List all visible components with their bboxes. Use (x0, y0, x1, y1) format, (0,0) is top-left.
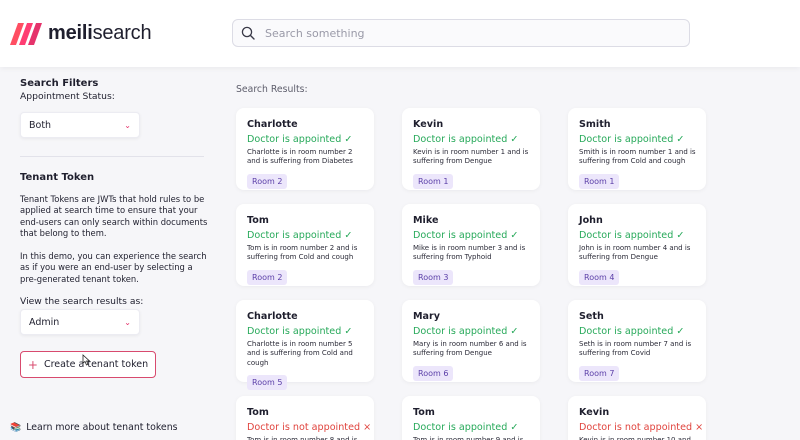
patient-name: Mike (413, 215, 439, 226)
plus-icon: + (27, 357, 38, 372)
learn-more-link[interactable]: 📚 Learn more about tenant tokens (10, 422, 178, 433)
patient-name: Charlotte (247, 119, 298, 130)
brand-name-bold: meili (48, 22, 93, 44)
result-card[interactable]: Tom Doctor is not appointed × Tom is in ro… (236, 396, 374, 440)
mouse-cursor-icon (82, 354, 91, 366)
patient-info: Seth is in room number 7 and is sufferin… (579, 340, 692, 358)
tenant-token-title: Tenant Token (20, 172, 95, 183)
patient-name: Tom (247, 215, 269, 226)
search-box[interactable] (232, 19, 690, 47)
meilisearch-logo[interactable]: meilisearch (10, 22, 152, 45)
result-card[interactable]: Charlotte Doctor is appointed ✓ Charlotte … (236, 300, 374, 390)
appointment-status-label: Appointment Status: (20, 91, 115, 102)
patient-info: Charlotte is in room number 5 and is suf… (247, 340, 353, 367)
patient-name: Seth (579, 311, 604, 322)
result-card[interactable]: Mary Doctor is appointed ✓ Mary is in room… (402, 300, 540, 382)
result-card[interactable]: Tom Doctor is appointed ✓ Tom is in room n… (236, 204, 374, 286)
patient-name: Tom (247, 407, 269, 418)
appointment-status: Doctor is appointed ✓ (413, 326, 519, 337)
brand-name: meilisearch (48, 22, 152, 45)
result-card[interactable]: Kevin Doctor is appointed ✓ Kevin is in ro… (402, 108, 540, 190)
room-badge: Room 5 (247, 374, 288, 390)
meilisearch-logo-icon (10, 22, 42, 45)
patient-info: Tom is in room number 9 and is (413, 436, 524, 440)
appointment-status: Doctor is appointed ✓ (413, 230, 519, 241)
search-filters-title: Search Filters (20, 78, 99, 89)
tenant-user-select[interactable]: Admin ⌄ (20, 309, 140, 335)
search-icon (241, 26, 255, 40)
appointment-status: Doctor is appointed ✓ (247, 230, 353, 241)
patient-info: Charlotte is in room number 2 and is suf… (247, 148, 353, 166)
appointment-status: Doctor is appointed ✓ (247, 134, 353, 145)
demo-description: In this demo, you can experience the sea… (20, 251, 207, 284)
tenant-token-description: Tenant Tokens are JWTs that hold rules t… (20, 194, 208, 238)
patient-info: Smith is in room number 1 and is sufferi… (579, 148, 696, 166)
appointment-status-value: Both (29, 119, 52, 131)
appointment-status-select[interactable]: Both ⌄ (20, 112, 140, 138)
patient-info: Kevin is in room number 1 and is sufferi… (413, 148, 529, 166)
appointment-status: Doctor is not appointed × (579, 422, 704, 433)
room-badge: Room 1 (579, 173, 620, 189)
patient-name: Kevin (579, 407, 610, 418)
result-card[interactable]: Mike Doctor is appointed ✓ Mike is in room… (402, 204, 540, 286)
patient-name: Charlotte (247, 311, 298, 322)
patient-info: Mary is in room number 6 and is sufferin… (413, 340, 527, 358)
book-icon: 📚 (10, 422, 22, 433)
result-card[interactable]: Seth Doctor is appointed ✓ Seth is in room… (568, 300, 706, 382)
appointment-status: Doctor is appointed ✓ (413, 422, 519, 433)
patient-info: Mike is in room number 3 and is sufferin… (413, 244, 526, 262)
patient-info: Kevin is in room number 10 and is (579, 436, 691, 440)
patient-name: Tom (413, 407, 435, 418)
patient-name: Mary (413, 311, 441, 322)
appointment-status: Doctor is appointed ✓ (579, 230, 685, 241)
patient-name: Smith (579, 119, 611, 130)
result-card[interactable]: Smith Doctor is appointed ✓ Smith is in ro… (568, 108, 706, 190)
appointment-status: Doctor is appointed ✓ (413, 134, 519, 145)
room-badge: Room 6 (413, 365, 454, 381)
top-header: meilisearch (0, 0, 800, 67)
appointment-status: Doctor is not appointed × (247, 422, 372, 433)
room-badge: Room 4 (579, 269, 620, 285)
result-card[interactable]: Charlotte Doctor is appointed ✓ Charlotte … (236, 108, 374, 190)
patient-name: Kevin (413, 119, 444, 130)
chevron-down-icon: ⌄ (124, 120, 131, 130)
search-results-label: Search Results: (236, 84, 308, 95)
learn-more-label: Learn more about tenant tokens (26, 422, 178, 433)
sidebar-divider (20, 156, 204, 157)
room-badge: Room 3 (413, 269, 454, 285)
patient-info: Tom is in room number 2 and is suffering… (247, 244, 358, 262)
appointment-status: Doctor is appointed ✓ (579, 134, 685, 145)
search-input[interactable] (265, 26, 665, 40)
room-badge: Room 2 (247, 173, 288, 189)
room-badge: Room 1 (413, 173, 454, 189)
brand-name-rest: search (92, 22, 152, 44)
room-badge: Room 7 (579, 365, 620, 381)
patient-info: Tom is in room number 8 and is (247, 436, 358, 440)
room-badge: Room 2 (247, 269, 288, 285)
result-card[interactable]: John Doctor is appointed ✓ John is in room… (568, 204, 706, 286)
create-tenant-token-label: Create a tenant token (43, 359, 149, 370)
view-results-as-label: View the search results as: (20, 296, 144, 307)
result-card[interactable]: Kevin Doctor is not appointed × Kevin is i… (568, 396, 706, 440)
patient-name: John (579, 215, 603, 226)
result-card[interactable]: Tom Doctor is appointed ✓ Tom is in room n… (402, 396, 540, 440)
chevron-down-icon: ⌄ (124, 317, 131, 327)
tenant-user-value: Admin (29, 316, 60, 328)
appointment-status: Doctor is appointed ✓ (579, 326, 685, 337)
patient-info: John is in room number 4 and is sufferin… (579, 244, 691, 262)
appointment-status: Doctor is appointed ✓ (247, 326, 353, 337)
